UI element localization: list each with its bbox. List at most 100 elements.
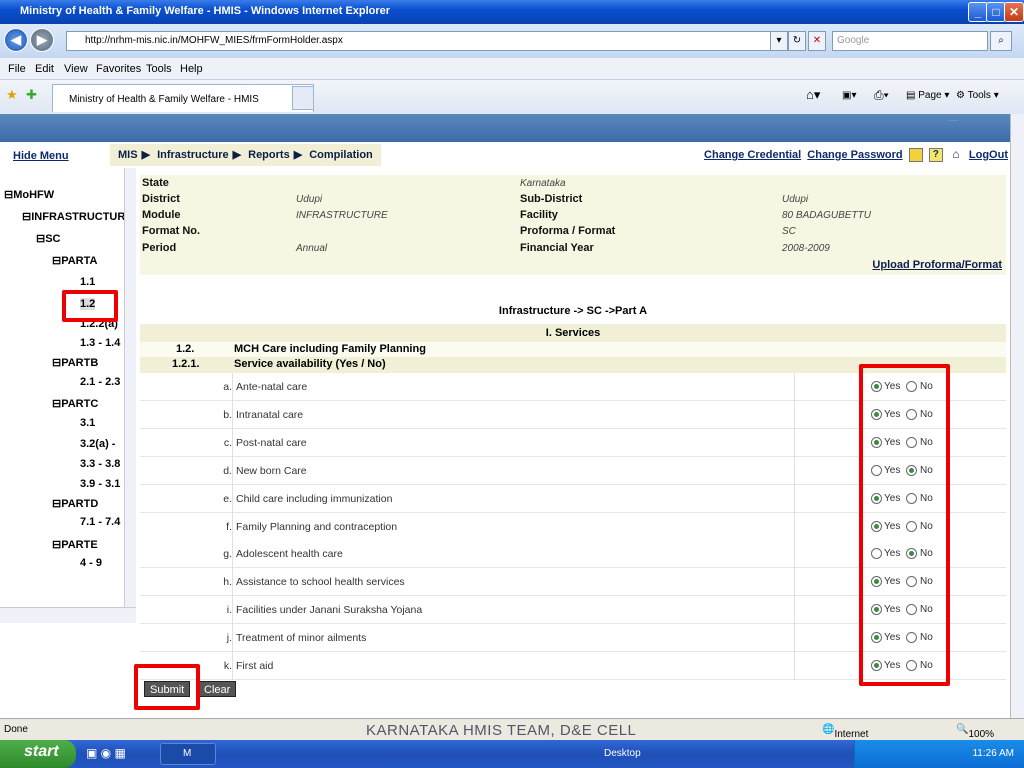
tree-label: PARTA <box>61 255 98 267</box>
tree-leaf[interactable]: 7.1 - 7.4 <box>80 516 120 528</box>
desktop-toolbar[interactable]: Desktop <box>604 748 641 759</box>
tree-horizontal-scrollbar[interactable] <box>0 607 136 623</box>
column-divider <box>232 652 233 680</box>
tree-node-parte[interactable]: ⊟PARTE <box>52 538 98 551</box>
service-number: k. <box>223 660 232 672</box>
print-icon[interactable]: ⎙▾ <box>874 88 889 103</box>
column-divider <box>794 624 795 653</box>
close-button[interactable]: ✕ <box>1004 2 1024 22</box>
state-value: Karnataka <box>520 178 566 189</box>
facility-label: Facility <box>520 209 558 221</box>
subsection-title: MCH Care including Family Planning <box>234 343 426 355</box>
maximize-button[interactable]: □ <box>986 2 1006 22</box>
new-tab-button[interactable] <box>292 86 314 110</box>
minimize-button[interactable]: _ <box>968 2 988 22</box>
change-credential-link[interactable]: Change Credential <box>704 149 801 161</box>
home-icon[interactable]: ⌂▾ <box>806 87 820 103</box>
help-icon[interactable]: ? <box>928 148 943 162</box>
search-placeholder: Google <box>837 35 870 46</box>
search-icon[interactable]: ⌕ <box>990 31 1012 51</box>
refresh-icon[interactable]: ↻ <box>788 31 806 51</box>
tree-node-partd[interactable]: ⊟PARTD <box>52 497 98 510</box>
tree-leaf[interactable]: 4 - 9 <box>80 557 102 569</box>
tree-leaf[interactable]: 3.9 - 3.1 <box>80 478 120 490</box>
upload-proforma-link[interactable]: Upload Proforma/Format <box>872 259 1002 271</box>
address-dropdown-icon[interactable]: ▾ <box>770 31 788 51</box>
change-password-link[interactable]: Change Password <box>807 149 902 161</box>
stop-icon[interactable]: ✕ <box>808 31 826 51</box>
window-title-bar: Ministry of Health & Family Welfare - HM… <box>0 0 1024 24</box>
tree-leaf[interactable]: 1.1 <box>80 276 95 288</box>
column-divider <box>794 652 795 680</box>
page-header: Hide Menu MIS ▶ Infrastructure ▶ Reports ▶ … <box>0 142 1010 168</box>
service-label: Child care including immunization <box>236 492 393 505</box>
logout-link[interactable]: LogOut <box>969 149 1008 161</box>
tree-label: SC <box>45 233 61 245</box>
taskbar-ie-window[interactable]: M <box>160 743 216 765</box>
quick-launch-icons[interactable]: ▣ ◉ ▦ <box>86 746 126 760</box>
menu-tools[interactable]: Tools <box>146 63 172 75</box>
tree-node-partc[interactable]: ⊟PARTC <box>52 397 98 410</box>
column-divider <box>794 512 795 541</box>
service-number: d. <box>223 464 232 477</box>
tree-node-mohfw[interactable]: ⊟MoHFW <box>4 188 54 201</box>
tree-leaf[interactable]: 2.1 - 2.3 <box>80 376 120 388</box>
tab-hmis[interactable]: Ministry of Health & Family Welfare - HM… <box>52 84 314 112</box>
search-input[interactable]: Google <box>832 31 988 51</box>
highlight-box <box>62 290 118 322</box>
tree-leaf[interactable]: 3.2(a) - <box>80 438 115 450</box>
tree-scrollbar[interactable] <box>124 168 136 607</box>
tree-leaf[interactable]: 3.1 <box>80 417 95 429</box>
service-label: Facilities under Janani Suraksha Yojana <box>236 604 423 617</box>
tree-node-infrastructure[interactable]: ⊟INFRASTRUCTURE <box>22 210 133 223</box>
menu-favorites[interactable]: Favorites <box>96 63 141 75</box>
menu-view[interactable]: View <box>64 63 88 75</box>
add-favorite-icon[interactable]: ✚ <box>26 87 37 103</box>
tree-label: INFRASTRUCTURE <box>31 211 133 223</box>
home-page-icon[interactable]: ⌂ <box>948 148 963 162</box>
navigation-tree: ⊟MoHFW ⊟INFRASTRUCTURE ⊟SC ⊟PARTA 1.1 1.… <box>0 168 133 607</box>
breadcrumb-mis[interactable]: MIS <box>118 149 138 161</box>
page-menu[interactable]: ▤ Page ▾ <box>906 90 949 101</box>
column-divider <box>794 596 795 625</box>
hide-menu-link[interactable]: Hide Menu <box>13 150 69 162</box>
favorites-star-icon[interactable]: ★ <box>6 87 18 103</box>
tree-leaf[interactable]: 1.3 - 1.4 <box>80 337 120 349</box>
clear-button[interactable]: Clear <box>198 681 237 697</box>
tools-menu[interactable]: ⚙ Tools ▾ <box>956 90 999 101</box>
service-number: e. <box>223 492 232 505</box>
tree-label: PARTC <box>61 398 99 410</box>
service-number: h. <box>223 576 232 589</box>
tree-node-partb[interactable]: ⊟PARTB <box>52 356 98 369</box>
start-button[interactable]: start <box>0 740 76 768</box>
tree-label: MoHFW <box>13 189 55 201</box>
tree-node-sc[interactable]: ⊟SC <box>36 232 61 245</box>
module-label: Module <box>142 209 181 221</box>
column-divider <box>232 456 233 485</box>
breadcrumb-reports[interactable]: Reports <box>248 149 290 161</box>
format-label: Format No. <box>142 225 201 237</box>
breadcrumb-infrastructure[interactable]: Infrastructure <box>157 149 229 161</box>
tree-node-parta[interactable]: ⊟PARTA <box>52 254 97 267</box>
menu-file[interactable]: File <box>8 63 26 75</box>
address-bar[interactable]: http://nrhm-mis.nic.in/MOHFW_MIES/frmFor… <box>66 31 786 51</box>
forward-button[interactable]: ▶ <box>30 28 54 52</box>
tree-leaf[interactable]: 3.3 - 3.8 <box>80 458 120 470</box>
breadcrumb-compilation[interactable]: Compilation <box>309 149 373 161</box>
feeds-icon[interactable]: ▣▾ <box>842 90 856 101</box>
column-divider <box>232 568 233 597</box>
page-scrollbar[interactable] <box>1010 114 1024 718</box>
menu-help[interactable]: Help <box>180 63 203 75</box>
menu-edit[interactable]: Edit <box>35 63 54 75</box>
zoom-level[interactable]: 🔍 100% <box>956 724 994 740</box>
service-label: First aid <box>236 660 274 672</box>
district-value: Udupi <box>296 194 323 205</box>
period-value: Annual <box>296 243 328 254</box>
facility-value: 80 BADAGUBETTU <box>782 210 871 221</box>
system-tray: 11:26 AM <box>854 740 1024 768</box>
taskbar: start ▣ ◉ ▦ M Desktop 11:26 AM <box>0 740 1024 768</box>
service-label: Ante-natal care <box>236 381 308 393</box>
back-button[interactable]: ◀ <box>4 28 28 52</box>
mail-icon[interactable] <box>908 148 923 162</box>
tab-bar: ★ ✚ Ministry of Health & Family Welfare … <box>0 80 1024 114</box>
